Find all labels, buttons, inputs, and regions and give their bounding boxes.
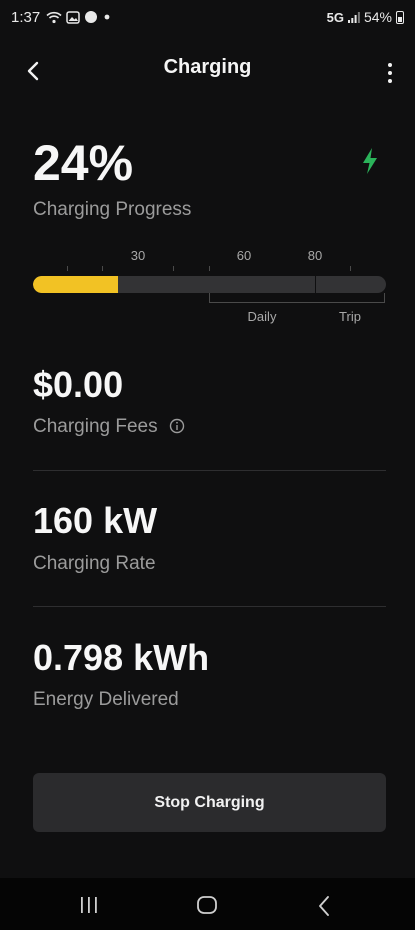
signal-icon [347,11,360,23]
energy-delivered-value: 0.798 kWh [33,637,210,678]
divider [33,606,386,607]
progress-bar [33,276,386,293]
tick-mark [67,266,68,271]
dot-icon [104,14,110,20]
charge-percent: 24% [33,135,134,191]
trip-limit-marker [315,276,316,293]
wifi-icon [46,11,62,23]
page-title: Charging [163,56,252,78]
more-vertical-icon[interactable] [385,62,395,84]
status-bar: 1:37 5G 54% [0,0,415,34]
tick-mark [209,266,210,271]
tick-mark [102,266,103,271]
status-time: 1:37 [11,9,41,26]
progress-scale: 30 60 80 [33,248,386,271]
tick-mark [173,266,174,271]
divider [33,470,386,471]
trip-range-bracket [315,293,385,303]
battery-percent: 54% [363,9,392,25]
battery-icon [396,10,404,24]
charging-rate-value: 160 kW [33,500,158,541]
energy-delivered-label: Energy Delivered [33,689,179,710]
tick-label-30: 30 [130,248,146,263]
gallery-icon [66,10,80,24]
charging-fees-label: Charging Fees [33,416,158,437]
charging-progress-label: Charging Progress [33,199,192,220]
header: Charging [0,50,415,90]
status-right: 5G 54% [327,9,404,25]
charging-fees-row: Charging Fees [33,416,185,438]
system-nav-bar [0,878,415,930]
tick-label-60: 60 [236,248,252,263]
info-icon[interactable] [169,418,185,434]
progress-bar-fill [33,276,118,293]
network-type: 5G [326,9,344,25]
daily-range-label: Daily [247,309,277,324]
charging-fees-value: $0.00 [33,364,124,405]
recent-apps-icon[interactable] [78,896,100,914]
trip-range-label: Trip [339,309,361,324]
notification-icons [46,10,112,24]
charging-screen: 1:37 5G 54% Charging 24% Charging Progre… [0,0,415,930]
messenger-icon [85,11,97,23]
stop-charging-button[interactable]: Stop Charging [33,773,386,832]
lightning-bolt-icon [363,148,377,174]
tick-mark [350,266,351,271]
charging-rate-label: Charging Rate [33,553,156,574]
tick-label-80: 80 [307,248,323,263]
daily-range-bracket [209,293,315,303]
back-icon[interactable] [316,895,332,917]
home-icon[interactable] [196,895,218,915]
